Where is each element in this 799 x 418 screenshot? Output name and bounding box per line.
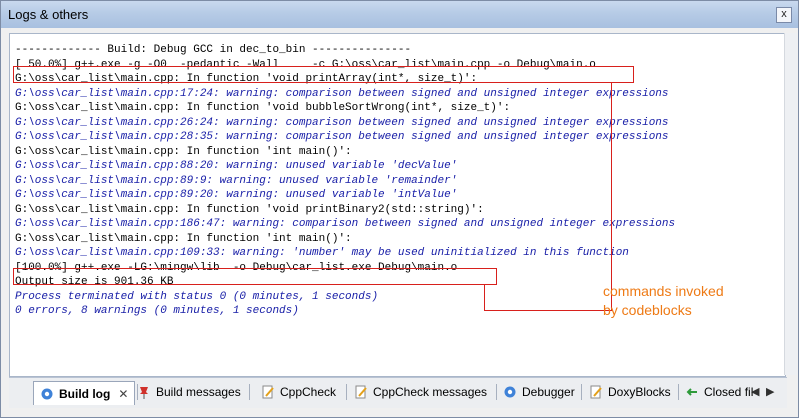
gear-icon [503,385,517,399]
tab-cppcheck[interactable]: CppCheck [261,381,336,403]
log-line: G:\oss\car_list\main.cpp: In function 'i… [15,232,352,245]
gear-icon [40,387,54,401]
tab-label: Build messages [156,385,241,399]
annotation-line-2: by codeblocks [603,302,692,318]
log-line-warning: G:\oss\car_list\main.cpp:109:33: warning… [15,247,629,259]
tab-separator [496,384,497,400]
annotation-arrow-vertical [611,82,612,310]
log-line-warning: G:\oss\car_list\main.cpp:186:47: warning… [15,218,676,230]
log-line-warning: G:\oss\car_list\main.cpp:26:24: warning:… [15,116,669,129]
back-arrow-icon [685,385,699,399]
tab-debugger[interactable]: Debugger [503,381,575,403]
tab-separator [346,384,347,400]
tab-doxyblocks[interactable]: DoxyBlocks [589,381,671,403]
tab-label: CppCheck messages [373,385,488,399]
tab-separator [581,384,582,400]
vertical-scrollbar[interactable] [784,33,797,375]
log-line: G:\oss\car_list\main.cpp: In function 'v… [15,203,484,216]
pencil-icon [354,385,368,399]
annotation-line-1: commands invoked [603,283,724,299]
log-line: Process terminated with status 0 (0 minu… [15,290,379,303]
log-line: 0 errors, 8 warnings (0 minutes, 1 secon… [15,305,299,317]
command-highlight-box-2 [13,268,497,285]
annotation-arrow-horizontal [484,310,612,311]
log-line: ------------- Build: Debug GCC in dec_to… [15,44,412,56]
scroll-tabs-left-icon[interactable]: ◀ [751,385,759,398]
close-icon[interactable]: x [776,7,792,23]
tab-label: Debugger [522,385,575,399]
log-line: G:\oss\car_list\main.cpp: In function 'i… [15,145,352,158]
close-tab-icon[interactable]: ✕ [118,387,128,401]
tab-label: CppCheck [280,385,337,399]
log-line-warning: G:\oss\car_list\main.cpp:28:35: warning:… [15,131,669,143]
pencil-icon [589,385,603,399]
tab-label: DoxyBlocks [608,385,671,399]
log-line-warning: G:\oss\car_list\main.cpp:17:24: warning:… [15,87,669,100]
tab-separator [678,384,679,400]
build-log-panel[interactable]: ------------- Build: Debug GCC in dec_to… [9,33,786,377]
tab-separator [249,384,250,400]
pencil-icon [261,385,275,399]
pin-icon [137,385,151,399]
tab-cppcheck-messages[interactable]: CppCheck messages [354,381,487,403]
log-line-warning: G:\oss\car_list\main.cpp:88:20: warning:… [15,160,458,172]
bottom-tab-bar: Build log ✕ Build messages CppCheck CppC… [9,377,787,408]
tab-label: Closed fil [704,385,754,399]
log-line: G:\oss\car_list\main.cpp: In function 'v… [15,102,511,114]
annotation-text: commands invoked by codeblocks [603,282,724,320]
window-title: Logs & others [8,7,89,22]
log-line-warning: G:\oss\car_list\main.cpp:89:9: warning: … [15,174,458,187]
tab-label: Build log [59,386,111,401]
log-line-warning: G:\oss\car_list\main.cpp:89:20: warning:… [15,189,458,201]
annotation-arrow-connector [484,284,485,311]
command-highlight-box-1 [13,66,634,83]
title-bar: Logs & others x [1,1,798,28]
tab-build-log[interactable]: Build log ✕ [33,381,136,405]
tab-build-messages[interactable]: Build messages [137,381,241,403]
scroll-tabs-right-icon[interactable]: ▶ [766,385,774,398]
tab-closed-files[interactable]: Closed fil [685,381,753,403]
